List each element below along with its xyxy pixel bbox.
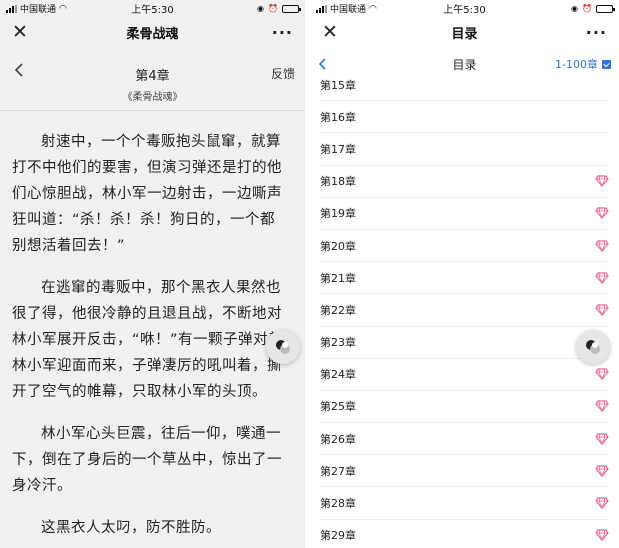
more-icon[interactable]: ··· — [567, 23, 607, 42]
diamond-icon — [595, 175, 609, 188]
more-icon[interactable]: ··· — [253, 23, 293, 42]
chapter-label: 第20章 — [320, 239, 356, 253]
diamond-icon — [595, 433, 609, 445]
chapter-list-item[interactable]: 第22章 — [320, 294, 609, 327]
carrier-label: 中国联通 — [20, 5, 57, 15]
diamond-icon — [595, 272, 609, 284]
paragraph: 林小军心头巨震，往后一仰，噗通一下，倒在了身后的一个草丛中，惊出了一身冷汗。 — [12, 426, 282, 494]
signal-icon — [6, 4, 17, 13]
status-time: 上午5:30 — [131, 5, 174, 16]
chapter-label: 第29章 — [320, 529, 356, 543]
wifi-icon: ◠ — [59, 3, 67, 14]
chapter-label: 第18章 — [320, 175, 356, 189]
chapter-content: 射速中，一个个毒贩抱头鼠窜，就算打不中他们的要害，但演习弹还是打的他们心惊胆战，… — [0, 111, 305, 541]
chapter-list-item[interactable]: 第27章 — [320, 455, 609, 488]
screenshot-composite: 中国联通 ◠ 上午5:30 ◉ ⏰ ✕ 柔骨战魂 ··· 第4章 《柔骨战魂》 … — [0, 0, 619, 548]
close-icon[interactable]: ✕ — [12, 21, 52, 43]
paragraph: 射速中，一个个毒贩抱头鼠窜，就算打不中他们的要害，但演习弹还是打的他们心惊胆战，… — [12, 134, 282, 254]
diamond-icon — [595, 529, 609, 542]
battery-icon — [596, 4, 615, 13]
lock-rotation-icon: ◉ — [571, 4, 579, 13]
lock-rotation-icon: ◉ — [257, 4, 265, 13]
chapter-label: 第21章 — [320, 271, 356, 285]
close-icon[interactable]: ✕ — [322, 21, 362, 43]
chapter-list-item[interactable]: 第25章 — [320, 391, 609, 424]
top-navbar: ✕ 柔骨战魂 ··· — [0, 17, 305, 47]
nav-title: 目录 — [451, 26, 478, 42]
paragraph: 这黑衣人太叼，防不胜防。 — [41, 520, 221, 536]
signal-icon — [316, 4, 327, 13]
chapter-list-item[interactable]: 第19章 — [320, 198, 609, 230]
chapter-label: 第16章 — [320, 110, 356, 124]
chapter-label: 第26章 — [320, 432, 356, 446]
chapter-list-item[interactable]: 第21章 — [320, 262, 609, 295]
carrier-label: 中国联通 — [330, 5, 367, 15]
chapter-list-item[interactable]: 第23章 — [320, 327, 609, 359]
chapter-list-item[interactable]: 第24章 — [320, 359, 609, 391]
chapter-list-item[interactable]: 第17章 — [320, 133, 609, 166]
chapter-list: 第15章第16章第17章第18章第19章第20章第21章第22章第23章第24章… — [310, 69, 619, 548]
top-navbar: ✕ 目录 ··· — [310, 17, 619, 47]
status-bar: 中国联通 ◠ 上午5:30 ◉ ⏰ — [310, 0, 619, 17]
book-name: 《柔骨战魂》 — [122, 92, 183, 103]
floating-assistant-icon[interactable] — [576, 330, 610, 364]
diamond-icon — [595, 368, 609, 381]
chapter-list-item[interactable]: 第15章 — [320, 69, 609, 102]
chapter-list-item[interactable]: 第20章 — [320, 230, 609, 263]
chapter-list-item[interactable]: 第29章 — [320, 520, 609, 548]
diamond-icon — [595, 207, 609, 220]
wifi-icon: ◠ — [369, 3, 377, 14]
status-bar: 中国联通 ◠ 上午5:30 ◉ ⏰ — [0, 0, 305, 17]
chapter-header: 第4章 《柔骨战魂》 反馈 — [0, 47, 305, 111]
status-time: 上午5:30 — [443, 5, 486, 16]
diamond-icon — [595, 465, 609, 477]
chapter-list-item[interactable]: 第18章 — [320, 166, 609, 198]
chapter-label: 第24章 — [320, 368, 356, 382]
feedback-button[interactable]: 反馈 — [271, 65, 295, 82]
paragraph: 在逃窜的毒贩中，那个黑衣人果然也很了得，他很冷静的且退且战，不断地对林小军展开反… — [12, 280, 284, 400]
chapter-label: 第17章 — [320, 142, 356, 156]
alarm-icon: ⏰ — [268, 4, 278, 13]
diamond-icon — [595, 304, 609, 316]
chapter-list-item[interactable]: 第28章 — [320, 487, 609, 520]
chapter-label: 第23章 — [320, 336, 356, 350]
diamond-icon — [595, 400, 609, 413]
toc-screen: 中国联通 ◠ 上午5:30 ◉ ⏰ ✕ 目录 ··· 目录 1-100章 第15… — [310, 0, 619, 548]
nav-title: 柔骨战魂 — [126, 26, 179, 42]
diamond-icon — [595, 239, 609, 252]
chapter-label: 第22章 — [320, 303, 356, 317]
chapter-list-item[interactable]: 第16章 — [320, 101, 609, 134]
chapter-label: 第25章 — [320, 400, 356, 414]
battery-icon — [282, 4, 301, 13]
chapter-title: 第4章 — [135, 69, 170, 84]
alarm-icon: ⏰ — [582, 4, 592, 13]
dropdown-icon — [602, 59, 611, 69]
chapter-label: 第27章 — [320, 464, 356, 478]
chapter-list-item[interactable]: 第26章 — [320, 423, 609, 456]
chapter-label: 第19章 — [320, 207, 356, 221]
reader-screen: 中国联通 ◠ 上午5:30 ◉ ⏰ ✕ 柔骨战魂 ··· 第4章 《柔骨战魂》 … — [0, 0, 305, 548]
floating-assistant-icon[interactable] — [266, 330, 300, 364]
diamond-icon — [595, 497, 609, 510]
chapter-label: 第15章 — [320, 78, 356, 92]
chapter-label: 第28章 — [320, 497, 356, 511]
